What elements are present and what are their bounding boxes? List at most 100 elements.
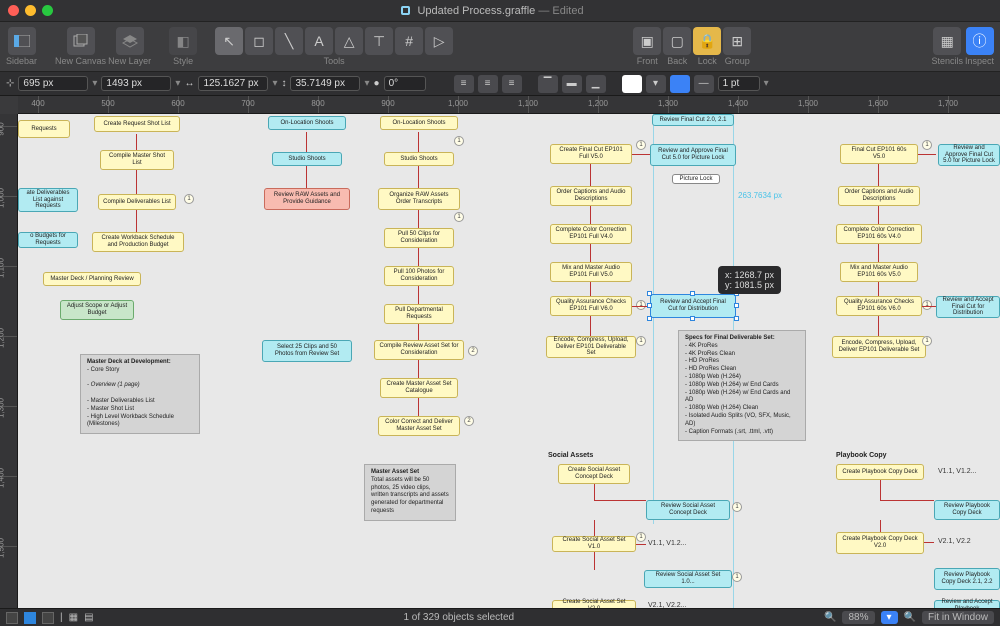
flowchart-node[interactable]: Review Social Asset Concept Deck (646, 500, 730, 520)
height-input[interactable] (290, 76, 360, 91)
flowchart-node[interactable]: Create Social Asset Set V2.0 (552, 600, 636, 608)
flowchart-node[interactable]: Create Master Asset Set Catalogue (380, 378, 458, 398)
connector[interactable] (418, 398, 419, 416)
sidebar-toggle-button[interactable] (8, 27, 36, 55)
diagram-tool[interactable]: ⊤ (365, 27, 393, 55)
flowchart-node[interactable]: Create Social Asset Set V1.0 (552, 536, 636, 552)
fit-window-button[interactable]: Fit in Window (922, 611, 994, 624)
flowchart-node[interactable]: Pull 50 Clips for Consideration (384, 228, 454, 248)
flowchart-node[interactable]: Compile Master Shot List (100, 150, 174, 170)
connector[interactable] (136, 134, 137, 150)
flowchart-node[interactable]: Order Captions and Audio Descriptions (838, 186, 920, 206)
flowchart-node[interactable]: Master Deck / Planning Review (43, 272, 141, 286)
connector[interactable] (880, 480, 881, 500)
flowchart-node[interactable]: Order Captions and Audio Descriptions (550, 186, 632, 206)
minimize-window-button[interactable] (25, 5, 36, 16)
flowchart-node[interactable]: Studio Shoots (384, 152, 454, 166)
flowchart-node[interactable]: Mix and Master Audio EP101 Full V5.0 (550, 262, 632, 282)
connector[interactable] (632, 154, 650, 155)
style-button[interactable]: ◧ (169, 27, 197, 55)
maximize-window-button[interactable] (42, 5, 53, 16)
flowchart-node[interactable]: Final Cut EP101 60s V5.0 (840, 144, 918, 164)
vertical-ruler[interactable]: 9001,0001,1001,2001,3001,4001,500 (0, 114, 18, 608)
new-canvas-button[interactable] (67, 27, 95, 55)
selection-handle[interactable] (690, 291, 695, 296)
selection-handle[interactable] (734, 316, 739, 321)
selection-handle[interactable] (690, 316, 695, 321)
flowchart-node[interactable]: Compile Review Asset Set for Considerati… (374, 340, 464, 360)
connector[interactable] (306, 166, 307, 188)
flowchart-node[interactable]: Review Playbook Copy Deck (934, 500, 1000, 520)
rotation-input[interactable] (384, 76, 426, 91)
zoom-dropdown[interactable]: ▾ (881, 611, 898, 624)
connector[interactable] (878, 316, 879, 336)
align-right-button[interactable]: ≡ (502, 75, 522, 93)
connector[interactable] (418, 360, 419, 378)
flowchart-node[interactable]: Review and Accept Final Cut for Distribu… (936, 296, 1000, 318)
connector[interactable] (878, 164, 879, 186)
flowchart-node[interactable]: Create Playbook Copy Deck (836, 464, 924, 480)
shape-tool[interactable]: ◻ (245, 27, 273, 55)
flowchart-node[interactable]: Review Social Asset Set 1.0... (644, 570, 732, 588)
flowchart-node[interactable]: Picture Lock (672, 174, 720, 184)
align-left-button[interactable]: ≡ (454, 75, 474, 93)
valign-middle-button[interactable]: ▬ (562, 75, 582, 93)
flowchart-node[interactable]: Create Request Shot List (94, 116, 180, 132)
flowchart-node[interactable]: Quality Assurance Checks EP101 60s V6.0 (836, 296, 922, 316)
pos-x-input[interactable] (18, 76, 88, 91)
connector[interactable] (594, 552, 595, 570)
connector[interactable] (590, 282, 591, 296)
layer-icon[interactable]: ▦ (69, 612, 78, 623)
valign-top-button[interactable]: ▔ (538, 75, 558, 93)
bring-front-button[interactable]: ▣ (633, 27, 661, 55)
new-layer-button[interactable] (116, 27, 144, 55)
flowchart-node[interactable]: Review and Approve Final Cut 5.0 for Pic… (938, 144, 1000, 166)
flowchart-node[interactable]: Encode, Compress, Upload, Deliver EP101 … (832, 336, 926, 358)
connector[interactable] (878, 206, 879, 224)
view-mode-2[interactable] (24, 612, 36, 624)
line-tool[interactable]: ╲ (275, 27, 303, 55)
connector[interactable] (878, 244, 879, 262)
selection-handle[interactable] (647, 291, 652, 296)
align-center-button[interactable]: ≡ (478, 75, 498, 93)
stroke-weight-input[interactable] (718, 76, 760, 91)
connector[interactable] (306, 132, 307, 152)
connector[interactable] (136, 170, 137, 194)
flowchart-node[interactable]: Complete Color Correction EP101 60s V4.0 (836, 224, 922, 244)
view-mode-3[interactable] (42, 612, 54, 624)
flowchart-node[interactable]: Color Correct and Deliver Master Asset S… (378, 416, 460, 436)
flowchart-node-selected[interactable]: Review and Accept Final Cut for Distribu… (650, 294, 736, 318)
stamp-tool[interactable]: ▷ (425, 27, 453, 55)
note-box[interactable]: Specs for Final Deliverable Set: - 4K Pr… (678, 330, 806, 441)
flowchart-node[interactable]: Encode, Compress, Upload, Deliver EP101 … (546, 336, 636, 358)
selection-tool[interactable]: ↖ (215, 27, 243, 55)
fill-style-button[interactable]: ▾ (646, 75, 666, 93)
note-box[interactable]: Master Asset Set Total assets will be 50… (364, 464, 456, 521)
flowchart-node[interactable]: Create Playbook Copy Deck V2.0 (836, 532, 924, 554)
connector[interactable] (590, 244, 591, 262)
connector[interactable] (918, 154, 936, 155)
stroke-style-button[interactable]: — (694, 75, 714, 93)
point-tool[interactable]: # (395, 27, 423, 55)
connector[interactable] (594, 500, 646, 501)
flowchart-node[interactable]: On-Location Shoots (380, 116, 458, 130)
canvas[interactable]: 263.7634 px Requests Create Request Shot… (18, 114, 1000, 608)
flowchart-node[interactable]: Create Final Cut EP101 Full V5.0 (550, 144, 632, 164)
pen-tool[interactable]: △ (335, 27, 363, 55)
connector[interactable] (418, 132, 419, 152)
flowchart-node[interactable]: Adjust Scope or Adjust Budget (60, 300, 134, 320)
flowchart-node[interactable]: Select 25 Clips and 50 Photos from Revie… (262, 340, 352, 362)
valign-bottom-button[interactable]: ▁ (586, 75, 606, 93)
note-box[interactable]: Master Deck at Development: - Core Story… (80, 354, 200, 434)
flowchart-node[interactable]: Quality Assurance Checks EP101 Full V6.0 (550, 296, 632, 316)
selection-handle[interactable] (647, 303, 652, 308)
connector[interactable] (922, 306, 936, 307)
text-tool[interactable]: A (305, 27, 333, 55)
connector[interactable] (590, 164, 591, 186)
connector[interactable] (418, 166, 419, 188)
connector[interactable] (418, 210, 419, 228)
flowchart-node[interactable]: Mix and Master Audio EP101 60s V5.0 (840, 262, 918, 282)
flowchart-node[interactable]: Review RAW Assets and Provide Guidance (264, 188, 350, 210)
flowchart-node[interactable]: Compile Deliverables List (98, 194, 176, 210)
flowchart-node[interactable]: Review and Approve Final Cut 5.0 for Pic… (650, 144, 736, 166)
